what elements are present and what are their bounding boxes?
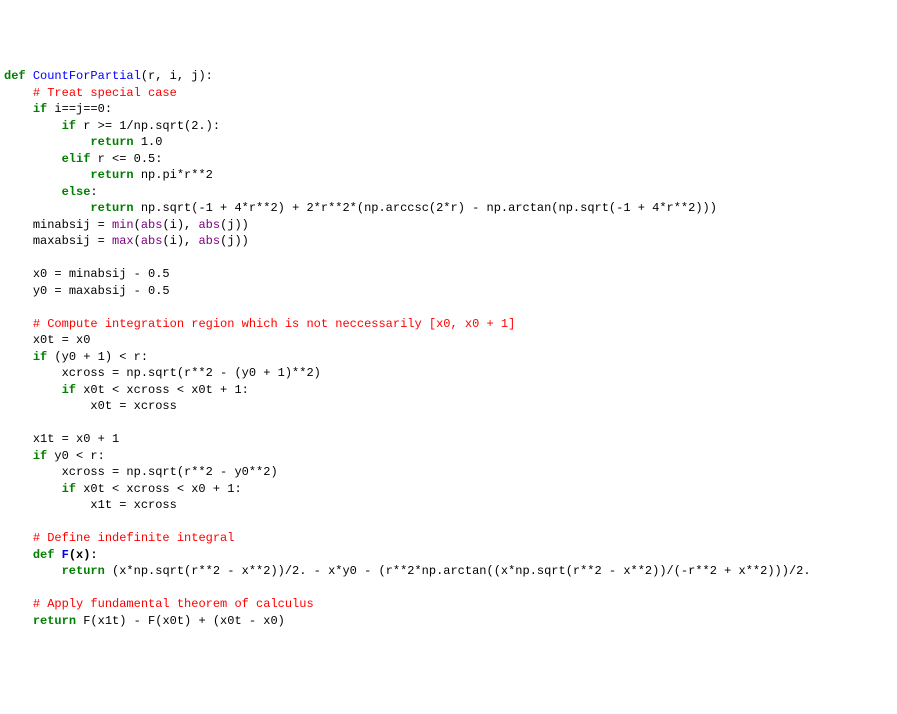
- code-editor: def CountForPartial(r, i, j): # Treat sp…: [4, 68, 893, 629]
- comment: # Treat special case: [33, 86, 177, 100]
- colon: :: [90, 185, 97, 199]
- expr: y0 < r:: [47, 449, 105, 463]
- expr: maxabsij =: [33, 234, 112, 248]
- comment: # Compute integration region which is no…: [33, 317, 515, 331]
- expr: xcross = np.sqrt(r**2 - y0**2): [62, 465, 278, 479]
- keyword-return: return: [90, 201, 133, 215]
- expr: np.sqrt(-1 + 4*r**2) + 2*r**2*(np.arccsc…: [134, 201, 717, 215]
- expr: r >= 1/np.sqrt(2.):: [76, 119, 220, 133]
- keyword-else: else: [62, 185, 91, 199]
- keyword-if: if: [62, 383, 76, 397]
- builtin-abs: abs: [141, 234, 163, 248]
- expr: (x*np.sqrt(r**2 - x**2))/2. - x*y0 - (r*…: [105, 564, 811, 578]
- expr: xcross = np.sqrt(r**2 - (y0 + 1)**2): [62, 366, 321, 380]
- builtin-abs: abs: [198, 234, 220, 248]
- keyword-return: return: [90, 168, 133, 182]
- expr: minabsij =: [33, 218, 112, 232]
- expr: x0t < xcross < x0t + 1:: [76, 383, 249, 397]
- function-name: CountForPartial: [33, 69, 141, 83]
- expr: (y0 + 1) < r:: [47, 350, 148, 364]
- builtin-abs: abs: [198, 218, 220, 232]
- builtin-max: max: [112, 234, 134, 248]
- expr: F(x1t) - F(x0t) + (x0t - x0): [76, 614, 285, 628]
- keyword-if: if: [33, 449, 47, 463]
- keyword-if: if: [33, 350, 47, 364]
- comment: # Define indefinite integral: [33, 531, 235, 545]
- function-name: F: [62, 548, 69, 562]
- params: (x):: [69, 548, 98, 562]
- keyword-return: return: [62, 564, 105, 578]
- expr: (: [134, 218, 141, 232]
- expr: r <= 0.5:: [90, 152, 162, 166]
- keyword-def: def: [33, 548, 55, 562]
- expr: x1t = xcross: [90, 498, 176, 512]
- expr: x0t < xcross < x0 + 1:: [76, 482, 242, 496]
- expr: x0t = xcross: [90, 399, 176, 413]
- keyword-if: if: [62, 482, 76, 496]
- builtin-abs: abs: [141, 218, 163, 232]
- keyword-return: return: [90, 135, 133, 149]
- expr: x0 = minabsij - 0.5: [33, 267, 170, 281]
- expr: np.pi*r**2: [134, 168, 213, 182]
- expr: (j)): [220, 234, 249, 248]
- expr: 1.0: [134, 135, 163, 149]
- expr: i==j==0:: [47, 102, 112, 116]
- keyword-if: if: [33, 102, 47, 116]
- expr: x1t = x0 + 1: [33, 432, 119, 446]
- expr: (i),: [162, 218, 198, 232]
- keyword-elif: elif: [62, 152, 91, 166]
- expr: y0 = maxabsij - 0.5: [33, 284, 170, 298]
- builtin-min: min: [112, 218, 134, 232]
- expr: (i),: [162, 234, 198, 248]
- keyword-if: if: [62, 119, 76, 133]
- expr: (j)): [220, 218, 249, 232]
- expr: (: [134, 234, 141, 248]
- keyword-return: return: [33, 614, 76, 628]
- params: (r, i, j):: [141, 69, 213, 83]
- expr: x0t = x0: [33, 333, 91, 347]
- comment: # Apply fundamental theorem of calculus: [33, 597, 314, 611]
- line: def CountForPartial(r, i, j):: [4, 69, 213, 83]
- keyword-def: def: [4, 69, 26, 83]
